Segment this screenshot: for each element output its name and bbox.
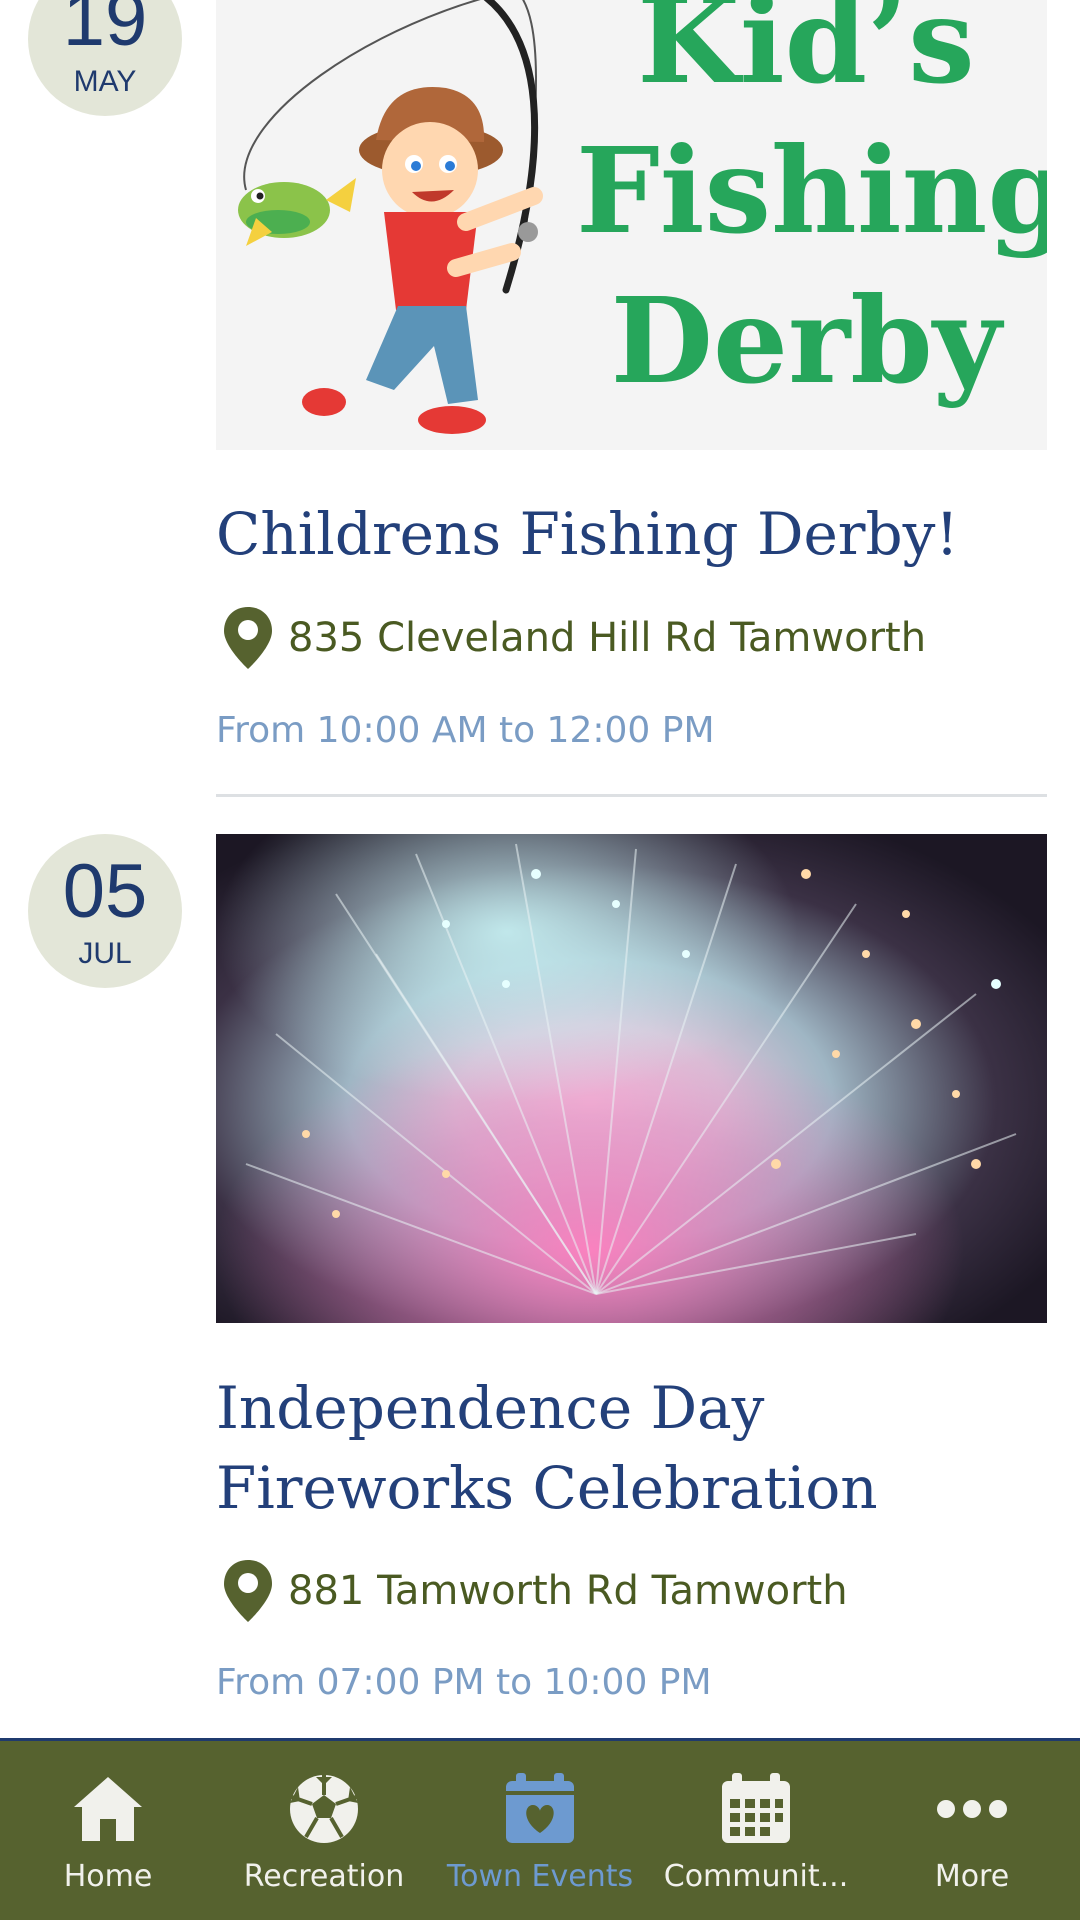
events-screen: 19 MAY Kid’s Fishing Derby Childrens Fis… <box>0 0 1080 1920</box>
nav-label: Communit... <box>663 1859 849 1894</box>
nav-item-recreation[interactable]: Recreation <box>216 1741 432 1920</box>
nav-item-home[interactable]: Home <box>0 1741 216 1920</box>
date-badge: 05 JUL <box>28 834 182 988</box>
nav-item-community[interactable]: Communit... <box>648 1741 864 1920</box>
event-time: From 07:00 PM to 10:00 PM <box>216 1662 712 1703</box>
nav-label: Town Events <box>446 1859 634 1894</box>
map-pin-icon <box>224 607 272 669</box>
banner-line: Kid’s <box>637 0 975 110</box>
event-title[interactable]: Independence Day Fireworks Celebration <box>216 1368 1047 1528</box>
map-pin-icon <box>224 1560 272 1622</box>
soccer-ball-icon <box>290 1775 358 1843</box>
fireworks-photo <box>216 834 1047 1323</box>
date-day: 19 <box>62 0 148 62</box>
location-text: 881 Tamworth Rd Tamworth <box>288 1568 848 1614</box>
date-badge: 19 MAY <box>28 0 182 116</box>
divider <box>216 794 1047 797</box>
date-month: MAY <box>73 65 137 98</box>
event-image[interactable]: Kid’s Fishing Derby <box>216 0 1047 450</box>
location-text: 835 Cleveland Hill Rd Tamworth <box>288 615 927 661</box>
banner-line: Fishing <box>576 121 1047 260</box>
nav-label: More <box>934 1859 1010 1894</box>
home-icon <box>74 1777 142 1841</box>
banner-text: Kid’s Fishing Derby <box>576 0 1047 416</box>
date-day: 05 <box>62 849 148 934</box>
calendar-grid-icon <box>722 1773 790 1843</box>
event-location[interactable]: 835 Cleveland Hill Rd Tamworth <box>216 605 1047 671</box>
banner-line: Derby <box>610 271 1002 410</box>
event-title[interactable]: Childrens Fishing Derby! <box>216 494 1047 574</box>
event-card[interactable]: 19 MAY Kid’s Fishing Derby Childrens Fis… <box>0 0 1080 800</box>
nav-item-more[interactable]: More <box>864 1741 1080 1920</box>
date-month: JUL <box>78 937 132 970</box>
event-time: From 10:00 AM to 12:00 PM <box>216 710 715 751</box>
event-image[interactable] <box>216 834 1047 1323</box>
calendar-heart-icon <box>506 1773 574 1843</box>
more-icon <box>937 1800 1007 1818</box>
event-location[interactable]: 881 Tamworth Rd Tamworth <box>216 1558 1047 1624</box>
nav-label: Home <box>63 1859 153 1894</box>
nav-label: Recreation <box>243 1859 405 1894</box>
nav-item-town-events[interactable]: Town Events <box>432 1741 648 1920</box>
bottom-nav-bar: Home Recreation Town Events Communit... … <box>0 1738 1080 1920</box>
